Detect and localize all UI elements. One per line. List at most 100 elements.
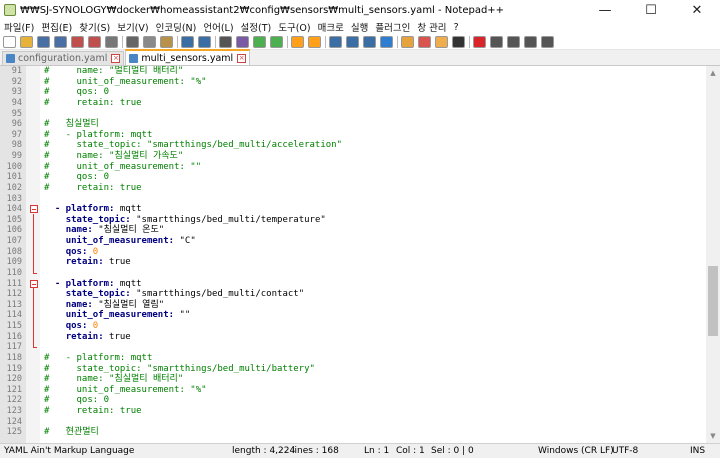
stop-macro-icon[interactable]	[490, 35, 503, 48]
print-icon[interactable]	[105, 35, 118, 48]
play-macro-icon[interactable]	[507, 35, 520, 48]
save-icon[interactable]	[37, 35, 50, 48]
code-line[interactable]: 101 # qos: 0	[0, 172, 706, 183]
menu-item[interactable]: 창 관리	[417, 20, 446, 34]
new-file-icon[interactable]	[3, 35, 16, 48]
menu-item[interactable]: 실행	[351, 20, 368, 34]
save-macro-icon[interactable]	[541, 35, 554, 48]
code-text[interactable]: # state_topic: "smartthings/bed_multi/ac…	[44, 140, 342, 151]
code-text[interactable]: name: "침실멀티 열림"	[44, 300, 164, 311]
folder-workspace-icon[interactable]	[435, 35, 448, 48]
function-list-icon[interactable]	[418, 35, 431, 48]
code-line[interactable]: 104 - platform: mqtt	[0, 204, 706, 215]
sync-v-icon[interactable]	[291, 35, 304, 48]
code-text[interactable]: # qos: 0	[44, 87, 109, 98]
code-text[interactable]: # name: "침실멀티 가속도"	[44, 151, 183, 162]
scrollbar-thumb[interactable]	[708, 266, 718, 336]
paste-icon[interactable]	[160, 35, 173, 48]
code-text[interactable]: qos: 0	[44, 247, 99, 258]
code-line[interactable]: 98 # state_topic: "smartthings/bed_multi/…	[0, 140, 706, 151]
undo-icon[interactable]	[181, 35, 194, 48]
code-line[interactable]: 121 # unit_of_measurement: "%"	[0, 385, 706, 396]
menu-item[interactable]: 찾기(S)	[79, 20, 110, 34]
code-line[interactable]: 107 unit_of_measurement: "C"	[0, 235, 706, 247]
menu-item[interactable]: ?	[454, 22, 459, 33]
code-line[interactable]: 115 qos: 0	[0, 320, 706, 332]
code-text[interactable]: # unit_of_measurement: ""	[44, 162, 201, 173]
editor[interactable]: 91 # name: "멀티멀티 배터리" 92 # unit_of_measurem…	[0, 66, 720, 443]
code-line[interactable]: 118 # - platform: mqtt	[0, 353, 706, 364]
code-text[interactable]: retain: true	[44, 332, 131, 343]
code-line[interactable]: 91 # name: "멀티멀티 배터리"	[0, 66, 706, 77]
code-text[interactable]: unit_of_measurement: ""	[44, 310, 191, 321]
replace-icon[interactable]	[236, 35, 249, 48]
menu-item[interactable]: 설정(T)	[241, 20, 272, 34]
menu-item[interactable]: 파일(F)	[4, 20, 34, 34]
code-line[interactable]: 116 retain: true	[0, 330, 706, 343]
code-line[interactable]: 125 # 현관멀티	[0, 427, 706, 438]
menu-item[interactable]: 도구(O)	[278, 20, 310, 34]
code-line[interactable]: 122 # qos: 0	[0, 395, 706, 406]
code-line[interactable]: 92 # unit_of_measurement: "%"	[0, 77, 706, 88]
code-text[interactable]: # - platform: mqtt	[44, 130, 152, 141]
code-line[interactable]: 124	[0, 417, 706, 428]
code-text[interactable]: - platform: mqtt	[44, 279, 142, 290]
scroll-down-arrow-icon[interactable]: ▼	[706, 429, 720, 443]
code-text[interactable]: # - platform: mqtt	[44, 353, 152, 364]
indent-guide-icon[interactable]	[363, 35, 376, 48]
maximize-button[interactable]: ☐	[628, 0, 674, 20]
code-text[interactable]: # retain: true	[44, 183, 142, 194]
close-window-button[interactable]: ✕	[674, 0, 720, 20]
code-line[interactable]: 114 unit_of_measurement: ""	[0, 309, 706, 322]
close-all-icon[interactable]	[88, 35, 101, 48]
vertical-scrollbar[interactable]: ▲ ▼	[706, 66, 720, 443]
code-text[interactable]: # name: "멀티멀티 배터리"	[44, 66, 183, 77]
word-wrap-icon[interactable]	[329, 35, 342, 48]
zoom-out-icon[interactable]	[270, 35, 283, 48]
menu-item[interactable]: 인코딩(N)	[156, 20, 197, 34]
minimize-button[interactable]: —	[582, 0, 628, 20]
code-line[interactable]: 93 # qos: 0	[0, 87, 706, 98]
menu-item[interactable]: 매크로	[318, 20, 344, 34]
code-text[interactable]: name: "침실멀티 온도"	[44, 225, 164, 236]
code-line[interactable]: 112 state_topic: "smartthings/bed_multi/…	[0, 288, 706, 301]
code-line[interactable]: 103	[0, 194, 706, 205]
code-line[interactable]: 105 state_topic: "smartthings/bed_multi/…	[0, 213, 706, 226]
code-line[interactable]: 108 qos: 0	[0, 245, 706, 258]
udl-icon[interactable]	[380, 35, 393, 48]
code-line[interactable]: 99 # name: "침실멀티 가속도"	[0, 151, 706, 162]
redo-icon[interactable]	[198, 35, 211, 48]
code-text[interactable]: # name: "침실멀티 배터리"	[44, 374, 183, 385]
menu-item[interactable]: 플러그인	[375, 20, 410, 34]
record-macro-icon[interactable]	[473, 35, 486, 48]
code-line[interactable]: 102 # retain: true	[0, 183, 706, 194]
tab-close-icon[interactable]: ×	[111, 54, 121, 63]
code-text[interactable]: # 침실멀티	[44, 119, 99, 130]
play-multi-icon[interactable]	[524, 35, 537, 48]
code-text[interactable]: # unit_of_measurement: "%"	[44, 77, 207, 88]
zoom-in-icon[interactable]	[253, 35, 266, 48]
code-line[interactable]: 120 # name: "침실멀티 배터리"	[0, 374, 706, 385]
code-lines[interactable]: 91 # name: "멀티멀티 배터리" 92 # unit_of_measurem…	[0, 66, 706, 438]
menu-item[interactable]: 언어(L)	[203, 20, 233, 34]
code-line[interactable]: 94 # retain: true	[0, 98, 706, 109]
close-icon[interactable]	[71, 35, 84, 48]
cut-icon[interactable]	[126, 35, 139, 48]
code-text[interactable]: # 현관멀티	[44, 427, 99, 438]
code-line[interactable]: 100 # unit_of_measurement: ""	[0, 162, 706, 173]
code-line[interactable]: 109 retain: true	[0, 256, 706, 269]
code-text[interactable]: # state_topic: "smartthings/bed_multi/ba…	[44, 364, 315, 375]
code-text[interactable]: # retain: true	[44, 406, 142, 417]
code-line[interactable]: 95	[0, 109, 706, 120]
tab-close-icon[interactable]: ×	[237, 53, 247, 63]
code-line[interactable]: 110	[0, 266, 706, 279]
menu-item[interactable]: 편집(E)	[41, 20, 72, 34]
code-text[interactable]: retain: true	[44, 257, 131, 268]
code-line[interactable]: 113 name: "침실멀티 열림"	[0, 298, 706, 311]
code-text[interactable]: # unit_of_measurement: "%"	[44, 385, 207, 396]
show-all-chars-icon[interactable]	[346, 35, 359, 48]
code-text[interactable]: state_topic: "smartthings/bed_multi/temp…	[44, 215, 326, 226]
menu-item[interactable]: 보기(V)	[117, 20, 148, 34]
fold-toggle-icon[interactable]	[30, 279, 38, 288]
code-text[interactable]: unit_of_measurement: "C"	[44, 236, 196, 247]
